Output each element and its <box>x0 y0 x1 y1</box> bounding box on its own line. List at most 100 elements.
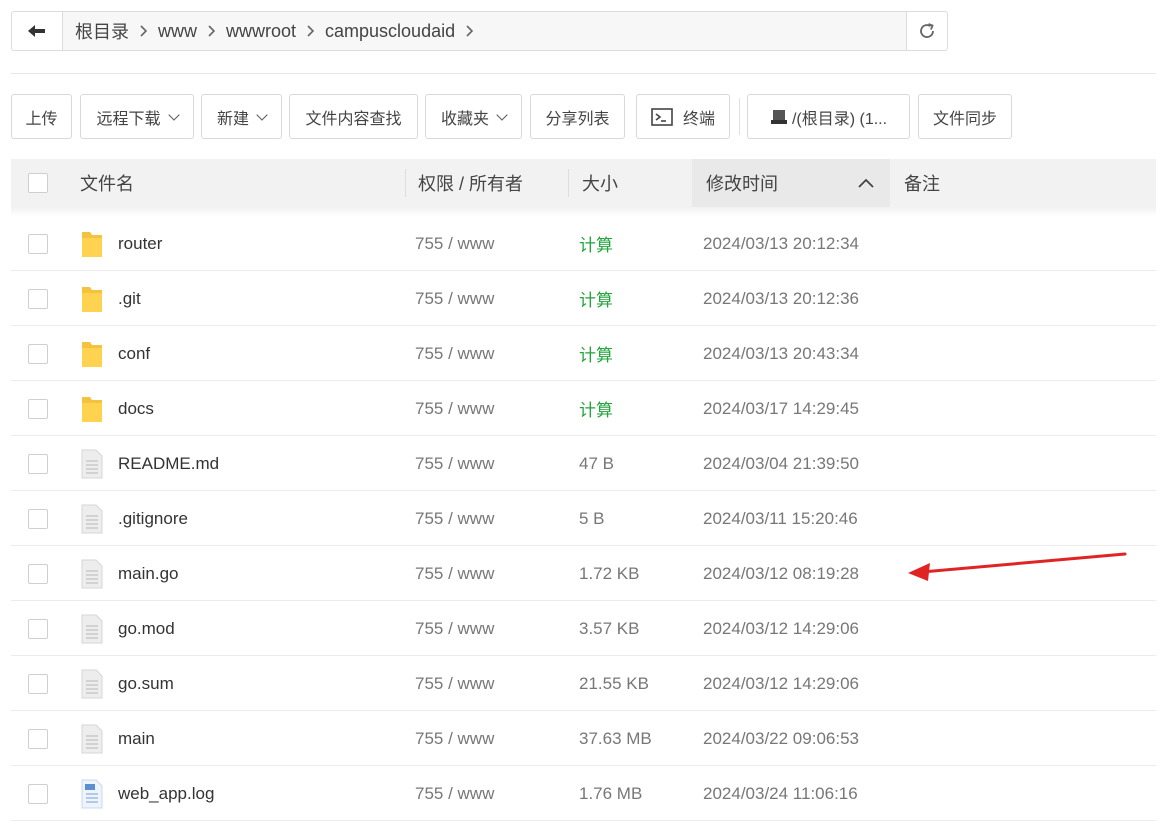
breadcrumb-root[interactable]: 根目录 <box>71 18 133 44</box>
file-icon <box>81 656 103 711</box>
row-checkbox[interactable] <box>28 233 48 254</box>
row-checkbox-cell <box>28 711 48 766</box>
row-checkbox-cell <box>28 656 48 711</box>
row-checkbox-cell <box>28 271 48 326</box>
row-checkbox[interactable] <box>28 728 48 749</box>
row-checkbox[interactable] <box>28 453 48 474</box>
file-name[interactable]: main <box>118 711 155 766</box>
row-checkbox-cell <box>28 491 48 546</box>
sync-label: 文件同步 <box>932 110 997 128</box>
file-mtime: 2024/03/13 20:43:34 <box>703 343 859 363</box>
breadcrumb-wwwroot[interactable]: wwwroot <box>222 21 300 42</box>
row-checkbox[interactable] <box>28 508 48 529</box>
file-permission[interactable]: 755 / www <box>415 766 494 821</box>
file-permission[interactable]: 755 / www <box>415 491 494 546</box>
table-row[interactable]: docs 755 / www 计算 2024/03/17 14:29:45 <box>11 381 1156 436</box>
file-mtime: 2024/03/12 14:29:06 <box>703 673 859 693</box>
file-mtime: 2024/03/12 14:29:06 <box>703 618 859 638</box>
calc-size-link[interactable]: 计算 <box>579 216 613 271</box>
file-list: router 755 / www 计算 2024/03/13 20:12:34 .git… <box>11 216 1156 821</box>
file-permission[interactable]: 755 / www <box>415 601 494 656</box>
file-name[interactable]: web_app.log <box>118 766 214 821</box>
terminal-button[interactable]: 终端 <box>636 94 730 139</box>
chevron-right-icon <box>133 25 154 37</box>
file-permission[interactable]: 755 / www <box>415 546 494 601</box>
folder-icon <box>81 271 103 326</box>
row-checkbox[interactable] <box>28 563 48 584</box>
file-permission[interactable]: 755 / www <box>415 326 494 381</box>
header-perm[interactable]: 权限 / 所有者 <box>418 159 523 207</box>
row-checkbox[interactable] <box>28 673 48 694</box>
back-button[interactable] <box>12 12 63 50</box>
file-name[interactable]: .git <box>118 271 141 326</box>
share-list-button[interactable]: 分享列表 <box>530 94 625 139</box>
file-name[interactable]: docs <box>118 381 154 436</box>
row-checkbox[interactable] <box>28 618 48 639</box>
header-mtime[interactable]: 修改时间 <box>692 159 890 207</box>
file-name[interactable]: go.sum <box>118 656 174 711</box>
sync-button[interactable]: 文件同步 <box>918 94 1012 139</box>
calc-size-link[interactable]: 计算 <box>579 271 613 326</box>
file-mtime: 2024/03/22 09:06:53 <box>703 728 859 748</box>
disk-button[interactable]: /(根目录) (1... <box>747 94 910 139</box>
table-row[interactable]: .git 755 / www 计算 2024/03/13 20:12:36 <box>11 271 1156 326</box>
table-row[interactable]: README.md 755 / www 47 B 2024/03/04 21:39:5… <box>11 436 1156 491</box>
calc-size-link[interactable]: 计算 <box>579 381 613 436</box>
header-name[interactable]: 文件名 <box>80 159 134 207</box>
favorites-button[interactable]: 收藏夹 <box>425 94 522 139</box>
file-name[interactable]: conf <box>118 326 150 381</box>
row-checkbox[interactable] <box>28 343 48 364</box>
column-divider <box>568 169 569 197</box>
file-name[interactable]: router <box>118 216 162 271</box>
table-header: 文件名 权限 / 所有者 大小 修改时间 备注 <box>11 159 1156 207</box>
file-icon <box>81 601 103 656</box>
file-mtime: 2024/03/24 11:06:16 <box>703 783 858 803</box>
table-row[interactable]: .gitignore 755 / www 5 B 2024/03/11 15:20:4… <box>11 491 1156 546</box>
file-permission[interactable]: 755 / www <box>415 271 494 326</box>
breadcrumb-www[interactable]: www <box>154 21 201 42</box>
header-size[interactable]: 大小 <box>582 159 618 207</box>
breadcrumb-campuscloudaid[interactable]: campuscloudaid <box>321 21 459 42</box>
file-size: 5 B <box>579 508 605 528</box>
log-file-icon <box>81 766 103 821</box>
file-permission[interactable]: 755 / www <box>415 216 494 271</box>
table-row[interactable]: router 755 / www 计算 2024/03/13 20:12:34 <box>11 216 1156 271</box>
header-shadow <box>11 207 1156 216</box>
divider <box>11 73 1156 74</box>
table-row[interactable]: go.sum 755 / www 21.55 KB 2024/03/12 14:29:… <box>11 656 1156 711</box>
row-checkbox[interactable] <box>28 398 48 419</box>
calc-size-link[interactable]: 计算 <box>579 326 613 381</box>
toolbar: 上传 远程下载 新建 文件内容查找 收藏夹 分享列表 终端 /(根目录) (1.… <box>0 94 1176 139</box>
file-permission[interactable]: 755 / www <box>415 381 494 436</box>
file-permission[interactable]: 755 / www <box>415 656 494 711</box>
content-search-button[interactable]: 文件内容查找 <box>289 94 418 139</box>
disk-label: /(根目录) (1... <box>791 110 888 128</box>
header-mtime-label: 修改时间 <box>706 174 778 194</box>
new-button[interactable]: 新建 <box>201 94 282 139</box>
file-name[interactable]: main.go <box>118 546 178 601</box>
column-divider <box>405 169 406 197</box>
remote-download-button[interactable]: 远程下载 <box>80 94 194 139</box>
file-size: 1.72 KB <box>579 563 640 583</box>
select-all-checkbox[interactable] <box>28 173 48 193</box>
row-checkbox-cell <box>28 601 48 656</box>
folder-icon <box>81 216 103 271</box>
file-mtime: 2024/03/12 08:19:28 <box>703 563 859 583</box>
file-name[interactable]: .gitignore <box>118 491 188 546</box>
file-permission[interactable]: 755 / www <box>415 711 494 766</box>
upload-button[interactable]: 上传 <box>11 94 72 139</box>
table-row[interactable]: go.mod 755 / www 3.57 KB 2024/03/12 14:29:0… <box>11 601 1156 656</box>
share-list-label: 分享列表 <box>545 110 610 128</box>
new-label: 新建 <box>216 110 249 128</box>
row-checkbox[interactable] <box>28 288 48 309</box>
table-row[interactable]: conf 755 / www 计算 2024/03/13 20:43:34 <box>11 326 1156 381</box>
file-name[interactable]: go.mod <box>118 601 175 656</box>
table-row[interactable]: web_app.log 755 / www 1.76 MB 2024/03/24 11… <box>11 766 1156 821</box>
file-permission[interactable]: 755 / www <box>415 436 494 491</box>
table-row[interactable]: main 755 / www 37.63 MB 2024/03/22 09:06:53 <box>11 711 1156 766</box>
file-name[interactable]: README.md <box>118 436 219 491</box>
arrow-left-icon <box>28 25 45 37</box>
header-note[interactable]: 备注 <box>904 159 940 207</box>
chevron-down-icon <box>496 108 508 121</box>
refresh-button[interactable] <box>906 12 947 50</box>
